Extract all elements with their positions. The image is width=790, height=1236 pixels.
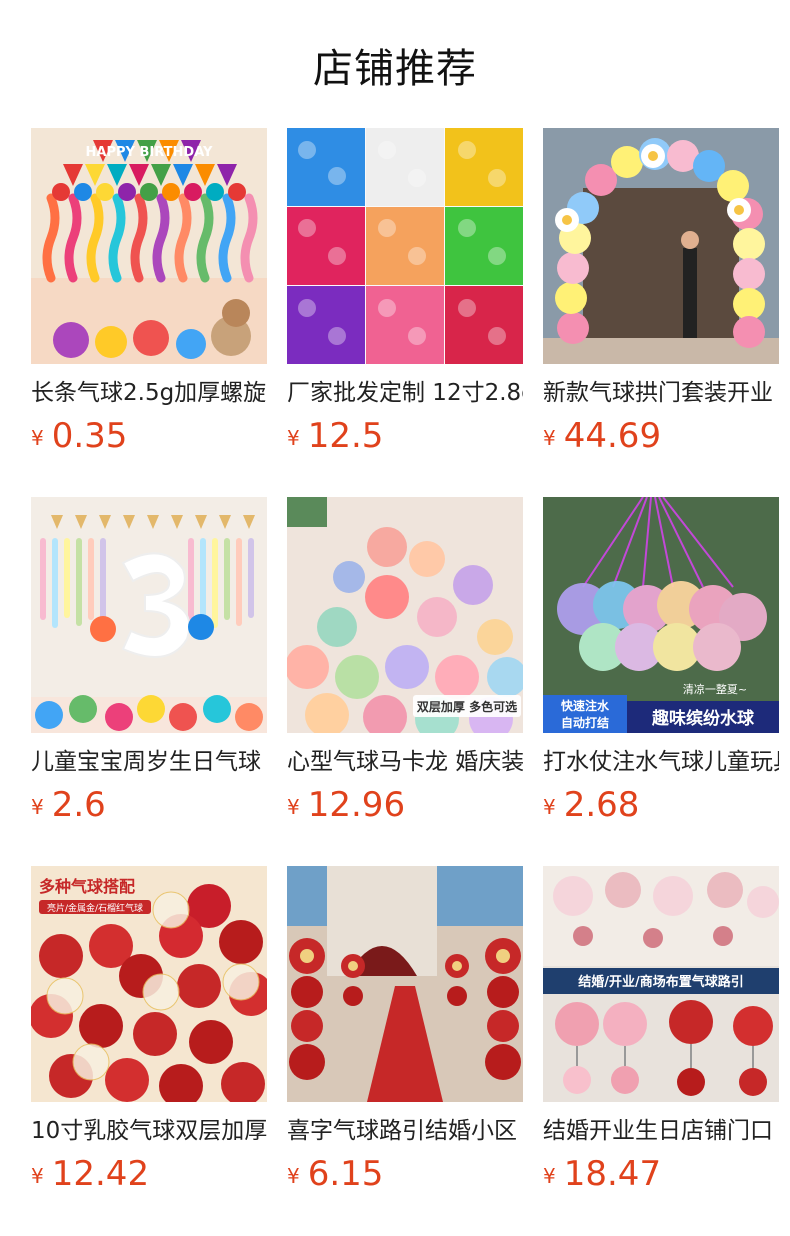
price-value: 6.15: [307, 1154, 384, 1194]
product-price: ¥12.42: [31, 1156, 267, 1198]
svg-text:多种气球搭配: 多种气球搭配: [39, 877, 135, 896]
wedding-aisle-balloons-image[interactable]: [287, 866, 523, 1102]
product-card[interactable]: 清凉一整夏~ 快速注水 自动打结 趣味缤纷水球 打水仗注水气球儿童玩具 ¥2.6…: [543, 497, 779, 829]
product-card[interactable]: 结婚/开业/商场布置气球路引 结婚开业生日店铺门口 ¥18.47: [543, 866, 779, 1198]
product-name[interactable]: 新款气球拱门套装开业: [543, 378, 779, 408]
balloon-stand-image[interactable]: 结婚/开业/商场布置气球路引: [543, 866, 779, 1102]
svg-text:清凉一整夏~: 清凉一整夏~: [683, 682, 747, 696]
heart-balloons-image[interactable]: 双层加厚 多色可选: [287, 497, 523, 733]
price-value: 12.96: [307, 785, 406, 825]
product-card[interactable]: 儿童宝宝周岁生日气球 ¥2.6: [31, 497, 267, 829]
product-name[interactable]: 厂家批发定制 12寸2.8g: [287, 378, 523, 408]
water-balloons-image[interactable]: 清凉一整夏~ 快速注水 自动打结 趣味缤纷水球: [543, 497, 779, 733]
product-price: ¥2.6: [31, 787, 267, 829]
currency-symbol: ¥: [543, 1164, 556, 1188]
svg-text:自动打结: 自动打结: [561, 715, 609, 730]
product-grid: HAPPY BIRTHDAY 长条气球2.5g加厚螺旋 ¥ 0.35 厂家批发定…: [0, 0, 790, 1236]
product-name[interactable]: 儿童宝宝周岁生日气球: [31, 747, 267, 777]
product-price: ¥6.15: [287, 1156, 523, 1198]
product-card[interactable]: HAPPY BIRTHDAY 长条气球2.5g加厚螺旋 ¥ 0.35: [31, 128, 267, 460]
price-value: 12.42: [51, 1154, 150, 1194]
currency-symbol: ¥: [287, 795, 300, 819]
product-name[interactable]: 长条气球2.5g加厚螺旋: [31, 378, 267, 408]
svg-text:趣味缤纷水球: 趣味缤纷水球: [651, 708, 755, 729]
currency-symbol: ¥: [31, 426, 44, 450]
product-card[interactable]: 喜字气球路引结婚小区 ¥6.15: [287, 866, 523, 1198]
product-name[interactable]: 结婚开业生日店铺门口: [543, 1116, 779, 1146]
currency-symbol: ¥: [31, 795, 44, 819]
birthday-balloon-image[interactable]: HAPPY BIRTHDAY: [31, 128, 267, 364]
product-card[interactable]: 厂家批发定制 12寸2.8g ¥12.5: [287, 128, 523, 460]
price-value: 2.6: [51, 785, 106, 825]
product-card[interactable]: 双层加厚 多色可选 心型气球马卡龙 婚庆装饰 ¥12.96: [287, 497, 523, 829]
product-name[interactable]: 10寸乳胶气球双层加厚: [31, 1116, 267, 1146]
price-value: 12.5: [307, 416, 384, 456]
product-price: ¥12.5: [287, 418, 523, 460]
currency-symbol: ¥: [543, 426, 556, 450]
red-wedding-balloons-image[interactable]: 多种气球搭配 亮片/金属金/石榴红气球: [31, 866, 267, 1102]
balloon-arch-image[interactable]: [543, 128, 779, 364]
svg-text:双层加厚 多色可选: 双层加厚 多色可选: [417, 699, 517, 714]
svg-text:结婚/开业/商场布置气球路引: 结婚/开业/商场布置气球路引: [578, 974, 744, 990]
product-name[interactable]: 打水仗注水气球儿童玩具: [543, 747, 779, 777]
currency-symbol: ¥: [31, 1164, 44, 1188]
price-value: 44.69: [563, 416, 662, 456]
product-price: ¥18.47: [543, 1156, 779, 1198]
price-value: 2.68: [563, 785, 640, 825]
product-price: ¥12.96: [287, 787, 523, 829]
product-card[interactable]: 新款气球拱门套装开业 ¥44.69: [543, 128, 779, 460]
product-price: ¥0.35: [31, 418, 267, 460]
product-name[interactable]: 心型气球马卡龙 婚庆装饰: [287, 747, 523, 777]
product-name[interactable]: 喜字气球路引结婚小区: [287, 1116, 523, 1146]
currency-symbol: ¥: [287, 1164, 300, 1188]
currency-symbol: ¥: [543, 795, 556, 819]
currency-symbol: ¥: [287, 426, 300, 450]
product-price: ¥2.68: [543, 787, 779, 829]
product-card[interactable]: 多种气球搭配 亮片/金属金/石榴红气球 10寸乳胶气球双层加厚 ¥ 12.42: [31, 866, 267, 1198]
product-price: ¥44.69: [543, 418, 779, 460]
svg-text:HAPPY BIRTHDAY: HAPPY BIRTHDAY: [86, 145, 213, 160]
color-balloons-image[interactable]: [287, 128, 523, 364]
number-three-balloon-image[interactable]: [31, 497, 267, 733]
price-value: 18.47: [563, 1154, 662, 1194]
price-value: 0.35: [51, 416, 128, 456]
svg-text:快速注水: 快速注水: [561, 698, 610, 713]
svg-text:亮片/金属金/石榴红气球: 亮片/金属金/石榴红气球: [47, 902, 143, 914]
